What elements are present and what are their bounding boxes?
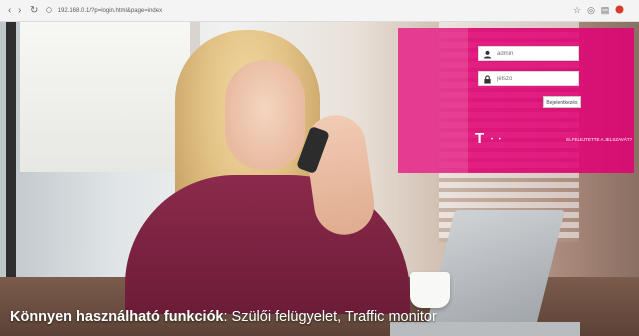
panel-fade xyxy=(398,28,468,173)
password-input[interactable] xyxy=(497,72,575,85)
woman-face xyxy=(225,60,305,170)
profile-avatar-icon xyxy=(615,5,623,14)
username-input[interactable] xyxy=(497,47,575,60)
info-icon xyxy=(46,7,52,14)
url-text: 192.168.0.1/?p=login.html&page=index xyxy=(57,8,163,14)
forgot-password-link[interactable]: ELFELEJTETTE A JELSZAVÁT? xyxy=(552,136,632,144)
telekom-t-logo: T xyxy=(475,130,485,147)
extensions-icon[interactable]: ◎ xyxy=(586,5,596,15)
reload-icon[interactable]: ↻ xyxy=(30,4,38,18)
profile-icon[interactable] xyxy=(614,5,624,15)
star-icon[interactable]: ☆ xyxy=(572,5,582,15)
address-bar[interactable]: 192.168.0.1/?p=login.html&page=index xyxy=(46,5,566,17)
caption-bar: Könnyen használható funkciók: Szülői fel… xyxy=(0,300,639,336)
back-arrow-icon[interactable]: ‹ xyxy=(8,4,11,18)
username-field[interactable] xyxy=(478,46,579,61)
browser-toolbar: ‹ › ↻ 192.168.0.1/?p=login.html&page=ind… xyxy=(0,0,639,22)
caption-bold: Könnyen használható funkciók xyxy=(10,309,224,325)
lock-icon xyxy=(484,75,491,84)
caption-text: Könnyen használható funkciók: Szülői fel… xyxy=(10,309,437,325)
menu-icon[interactable]: ▤ xyxy=(600,5,610,15)
user-icon xyxy=(483,50,492,59)
login-button[interactable]: Bejelentkezés xyxy=(543,96,581,108)
telekom-dots: • • xyxy=(491,137,503,143)
background-window xyxy=(20,22,200,172)
caption-rest: : Szülői felügyelet, Traffic monitor xyxy=(223,309,437,325)
forward-arrow-icon[interactable]: › xyxy=(18,4,21,18)
password-field[interactable] xyxy=(478,71,579,86)
